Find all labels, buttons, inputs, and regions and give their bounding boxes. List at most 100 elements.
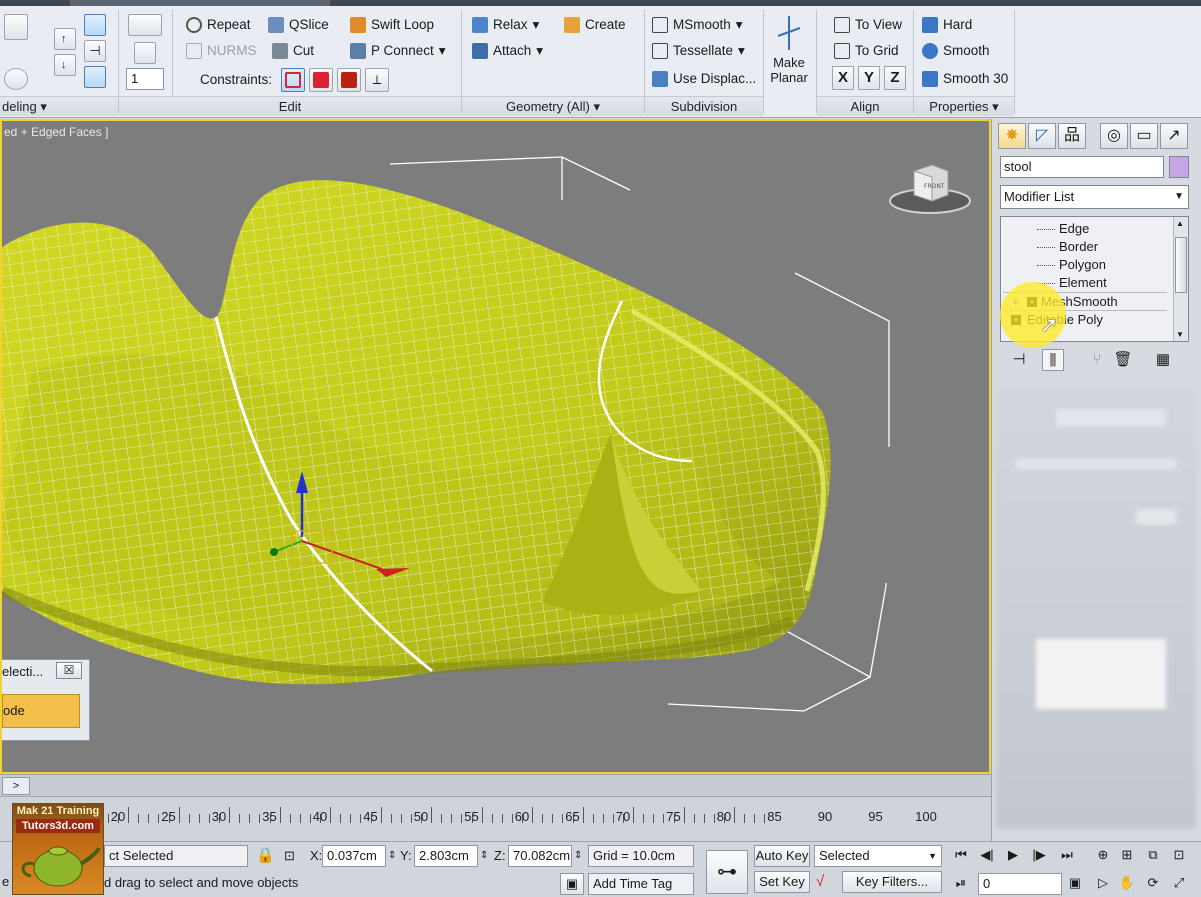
viewport-label[interactable]: ed + Edged Faces ] [4, 125, 108, 139]
time-config-icon[interactable]: ▣ [1066, 874, 1084, 892]
configure-sets-icon[interactable]: ▦ [1152, 349, 1174, 371]
constraint-none-button[interactable] [281, 68, 305, 92]
named-selection-panel[interactable]: electi... ☒ ode [2, 659, 90, 741]
pin-stack-icon[interactable]: ⊣ [1008, 349, 1030, 371]
nurms-button[interactable]: NURMS [186, 40, 257, 62]
goto-start-icon[interactable]: ⏮ [952, 846, 970, 864]
set-key-button[interactable]: Set Key [754, 871, 810, 893]
time-slider-next-button[interactable]: > [2, 777, 30, 795]
iterations-spinner[interactable]: 1 [126, 68, 164, 90]
tessellate-button[interactable]: Tessellate ▾ [652, 40, 745, 62]
smooth-button[interactable]: Smooth [922, 40, 990, 62]
auto-key-button[interactable]: Auto Key [754, 845, 810, 867]
p-connect-button[interactable]: P Connect ▾ [350, 40, 446, 62]
create-button[interactable]: Create [564, 14, 626, 36]
create-tab-icon[interactable]: ✸ [998, 123, 1026, 149]
remove-modifier-icon[interactable]: 🗑 [1112, 349, 1134, 371]
pin-stack-button[interactable]: ⊣ [84, 40, 106, 62]
object-color-swatch[interactable] [1169, 156, 1189, 178]
default-in-out-tangent-icon[interactable]: √ [816, 871, 824, 893]
stack-subobject-edge[interactable]: Edge [1036, 220, 1089, 238]
swift-loop-button[interactable]: Swift Loop [350, 14, 434, 36]
polygon-modeling-button[interactable] [4, 14, 28, 40]
time-tag-icon[interactable]: ▣ [560, 873, 584, 895]
maximize-viewport-icon[interactable]: ⤢ [1170, 874, 1188, 892]
selection-mode-button[interactable]: ode [2, 694, 80, 728]
orbit-icon[interactable]: ⟳ [1144, 874, 1162, 892]
sub-object-button[interactable] [4, 68, 28, 90]
constraint-edge-button[interactable] [309, 68, 333, 92]
align-y-button[interactable]: Y [858, 66, 880, 90]
x-coordinate-field[interactable]: 0.037cm [322, 845, 386, 867]
smooth-30-button[interactable]: Smooth 30 [922, 68, 1008, 90]
object-name-field[interactable]: stool [1000, 156, 1164, 178]
constraint-face-button[interactable] [337, 68, 361, 92]
key-mode-toggle-icon[interactable]: ⏯ [952, 874, 970, 892]
track-tick [754, 814, 756, 823]
z-coordinate-field[interactable]: 70.082cm [508, 845, 572, 867]
selection-panel-close-button[interactable]: ☒ [56, 662, 82, 679]
absolute-mode-icon[interactable]: ⊡ [284, 845, 295, 867]
track-bar[interactable]: 20 25 30 35 40 45 50 55 60 65 70 75 80 85 90 95 100 [0, 796, 991, 841]
add-time-tag-field[interactable]: Add Time Tag [588, 873, 694, 895]
toggle-end-button[interactable] [84, 66, 106, 88]
x-spinner-icon[interactable]: ⇕ [388, 845, 396, 867]
previous-frame-icon[interactable]: ◀| [978, 846, 996, 864]
current-frame-field[interactable]: 0 [978, 873, 1062, 895]
modify-tab-icon[interactable]: ◸ [1028, 123, 1056, 149]
key-filters-button[interactable]: Key Filters... [842, 871, 942, 893]
x-label: X: [310, 848, 323, 863]
key-mode-dropdown[interactable]: Selected ▼ [814, 845, 942, 867]
play-icon[interactable]: ▶ [1004, 846, 1022, 864]
zoom-extents-icon[interactable]: ⧉ [1144, 846, 1162, 864]
set-key-icon[interactable]: ⊶ [706, 850, 748, 894]
qslice-button[interactable]: QSlice [268, 14, 329, 36]
hierarchy-tab-icon[interactable]: 品 [1058, 123, 1086, 149]
zoom-extents-all-icon[interactable]: ⊡ [1170, 846, 1188, 864]
align-z-button[interactable]: Z [884, 66, 906, 90]
modifier-list-dropdown[interactable]: Modifier List ▼ [1000, 185, 1189, 209]
lock-selection-icon[interactable]: 🔒 [256, 845, 275, 867]
next-frame-icon[interactable]: |▶ [1030, 846, 1048, 864]
y-coordinate-field[interactable]: 2.803cm [414, 845, 478, 867]
utilities-tab-icon[interactable]: ↗ [1160, 123, 1188, 149]
make-planar-button[interactable]: Make Planar [766, 12, 812, 92]
cut-button[interactable]: Cut [272, 40, 314, 62]
use-displace-button[interactable]: Use Displac... [652, 68, 756, 90]
stack-subobject-border[interactable]: Border [1036, 238, 1098, 256]
zoom-icon[interactable]: ⊕ [1094, 846, 1112, 864]
motion-tab-icon[interactable]: ◎ [1100, 123, 1128, 149]
make-unique-icon[interactable]: ⑂ [1086, 349, 1108, 371]
stack-subobject-polygon[interactable]: Polygon [1037, 256, 1106, 274]
display-tab-icon[interactable]: ▭ [1130, 123, 1158, 149]
align-x-button[interactable]: X [832, 66, 854, 90]
attach-button[interactable]: Attach ▾ [472, 40, 543, 62]
show-end-result-icon[interactable]: ⫼ [1042, 349, 1064, 371]
geometry-group-label[interactable]: Geometry (All) ▾ [462, 96, 644, 116]
tweak-button[interactable] [134, 42, 156, 64]
stack-down-button[interactable]: ↓ [54, 54, 76, 76]
time-slider[interactable]: > [0, 774, 991, 796]
y-spinner-icon[interactable]: ⇕ [480, 845, 488, 867]
perspective-viewport[interactable]: FRONT ed + Edged Faces ] electi... ☒ ode [0, 119, 991, 774]
stack-up-button[interactable]: ↑ [54, 28, 76, 50]
stack-scrollbar[interactable]: ▲ ▼ [1173, 217, 1188, 341]
stack-subobject-element[interactable]: Element [1037, 274, 1107, 292]
preserve-uvs-button[interactable] [128, 14, 162, 36]
to-view-button[interactable]: To View [834, 14, 902, 36]
hard-button[interactable]: Hard [922, 14, 972, 36]
relax-button[interactable]: Relax ▾ [472, 14, 539, 36]
to-grid-button[interactable]: To Grid [834, 40, 899, 62]
mode-tab-label[interactable]: deling ▾ [0, 96, 118, 116]
scrollbar-thumb[interactable] [1175, 237, 1187, 293]
repeat-button[interactable]: Repeat [186, 14, 251, 36]
properties-group-label[interactable]: Properties ▾ [914, 96, 1014, 116]
msmooth-button[interactable]: MSmooth ▾ [652, 14, 743, 36]
show-end-result-button[interactable] [84, 14, 106, 36]
goto-end-icon[interactable]: ⏭ [1058, 846, 1076, 864]
constraint-normal-button[interactable]: ⟂ [365, 68, 389, 92]
field-of-view-icon[interactable]: ▷ [1094, 874, 1112, 892]
z-spinner-icon[interactable]: ⇕ [574, 845, 582, 867]
zoom-all-icon[interactable]: ⊞ [1118, 846, 1136, 864]
pan-view-icon[interactable]: ✋ [1118, 874, 1136, 892]
